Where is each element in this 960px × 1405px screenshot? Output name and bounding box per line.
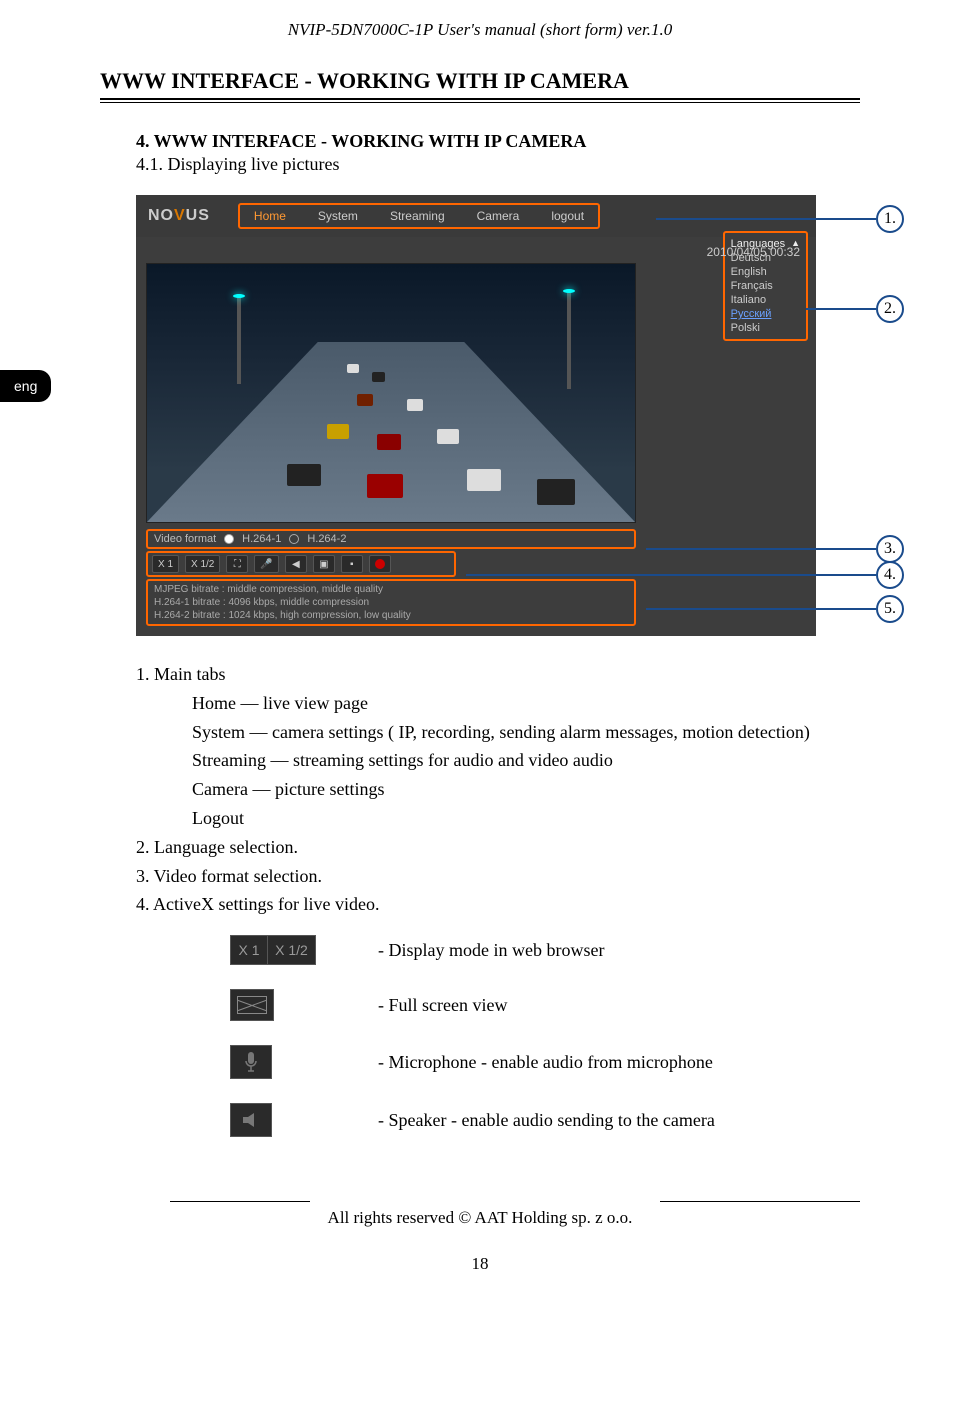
legend-2: 2. Language selection. bbox=[136, 833, 860, 862]
title-rule bbox=[100, 98, 860, 103]
speaker-button[interactable]: ◀ bbox=[285, 555, 307, 573]
legend-4: 4. ActiveX settings for live video. bbox=[136, 890, 860, 919]
icon-row-fullscreen: - Full screen view bbox=[230, 989, 860, 1021]
logo-part-b: US bbox=[186, 207, 210, 224]
section-title: WWW INTERFACE - WORKING WITH IP CAMERA bbox=[100, 68, 860, 94]
page-number: 18 bbox=[0, 1254, 960, 1274]
radio-h264-2[interactable] bbox=[289, 534, 299, 544]
legend-3: 3. Video format selection. bbox=[136, 862, 860, 891]
activex-controls-highlight: X 1 X 1/2 ⛶ 🎤 ◀ ▣ ▪ bbox=[146, 551, 456, 577]
zoom-x1-icon: X 1 bbox=[230, 935, 268, 965]
microphone-icon bbox=[230, 1045, 272, 1079]
nav-home[interactable]: Home bbox=[254, 209, 286, 223]
legend-camera: Camera — picture settings bbox=[192, 775, 860, 804]
video-timestamp: 2010/04/05 00:32 bbox=[146, 245, 806, 259]
legend-streaming: Streaming — streaming settings for audio… bbox=[192, 746, 860, 775]
subsection-4-1: 4.1. Displaying live pictures bbox=[136, 154, 860, 175]
callout-2: 2. bbox=[806, 295, 904, 323]
legend-system: System — camera settings ( IP, recording… bbox=[192, 718, 860, 747]
snapshot-button[interactable]: ▣ bbox=[313, 555, 335, 573]
speaker-icon bbox=[230, 1103, 272, 1137]
logo-part-v: V bbox=[174, 207, 186, 224]
radio-h264-1[interactable] bbox=[224, 534, 234, 544]
logo-part-a: NO bbox=[148, 207, 174, 224]
novus-logo: NOVUS bbox=[148, 207, 210, 225]
icon-row-displaymode: X 1X 1/2 - Display mode in web browser bbox=[230, 935, 860, 965]
legend-1: 1. Main tabs bbox=[136, 660, 860, 689]
footer-copyright: All rights reserved © AAT Holding sp. z … bbox=[0, 1208, 960, 1228]
bitrate-h264-2: H.264-2 bitrate : 1024 kbps, high compre… bbox=[154, 609, 628, 622]
nav-camera[interactable]: Camera bbox=[477, 209, 520, 223]
nav-system[interactable]: System bbox=[318, 209, 358, 223]
callout-5: 5. bbox=[646, 595, 904, 623]
callout-1: 1. bbox=[656, 205, 904, 233]
vf-h264-2-label: H.264-2 bbox=[307, 533, 346, 545]
callout-num-3: 3. bbox=[876, 535, 904, 563]
legend-list: 1. Main tabs Home — live view page Syste… bbox=[136, 660, 860, 919]
zoom-x12-button[interactable]: X 1/2 bbox=[185, 555, 220, 573]
desc-displaymode: - Display mode in web browser bbox=[378, 940, 604, 961]
legend-home: Home — live view page bbox=[192, 689, 860, 718]
icon-row-speaker: - Speaker - enable audio sending to the … bbox=[230, 1103, 860, 1137]
manual-header: NVIP-5DN7000C-1P User's manual (short fo… bbox=[100, 20, 860, 40]
legend-logout: Logout bbox=[192, 804, 860, 833]
callout-num-2: 2. bbox=[876, 295, 904, 323]
desc-mic: - Microphone - enable audio from microph… bbox=[378, 1052, 713, 1073]
desc-fullscreen: - Full screen view bbox=[378, 995, 507, 1016]
footer-rule bbox=[170, 1201, 860, 1202]
subsection-4: 4. WWW INTERFACE - WORKING WITH IP CAMER… bbox=[136, 131, 860, 152]
zoom-x12-icon: X 1/2 bbox=[268, 935, 316, 965]
vf-h264-1-label: H.264-1 bbox=[242, 533, 281, 545]
icon-descriptions: X 1X 1/2 - Display mode in web browser -… bbox=[230, 935, 860, 1137]
zoom-x1-button[interactable]: X 1 bbox=[152, 555, 179, 573]
nav-streaming[interactable]: Streaming bbox=[390, 209, 445, 223]
nav-logout[interactable]: logout bbox=[551, 209, 584, 223]
pause-button[interactable]: ▪ bbox=[341, 555, 363, 573]
callout-num-5: 5. bbox=[876, 595, 904, 623]
callout-4: 4. bbox=[466, 561, 904, 589]
callout-num-4: 4. bbox=[876, 561, 904, 589]
desc-speaker: - Speaker - enable audio sending to the … bbox=[378, 1110, 715, 1131]
record-icon bbox=[375, 559, 385, 569]
fullscreen-icon bbox=[230, 989, 274, 1021]
icon-row-mic: - Microphone - enable audio from microph… bbox=[230, 1045, 860, 1079]
callout-num-1: 1. bbox=[876, 205, 904, 233]
fullscreen-button[interactable]: ⛶ bbox=[226, 555, 248, 573]
main-nav-highlight: Home System Streaming Camera logout bbox=[238, 203, 600, 229]
callout-3: 3. bbox=[646, 535, 904, 563]
mic-button[interactable]: 🎤 bbox=[254, 555, 278, 573]
vf-label: Video format bbox=[154, 533, 216, 545]
record-button[interactable] bbox=[369, 555, 391, 573]
video-format-highlight: Video format H.264-1 H.264-2 bbox=[146, 529, 636, 549]
bitrate-h264-1: H.264-1 bitrate : 4096 kbps, middle comp… bbox=[154, 596, 628, 609]
live-video-frame[interactable] bbox=[146, 263, 636, 523]
